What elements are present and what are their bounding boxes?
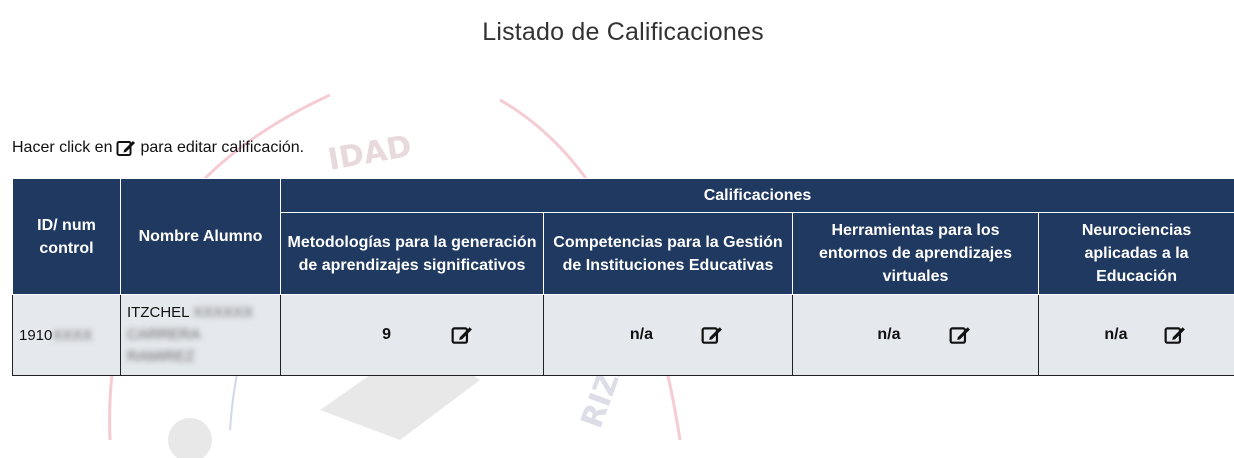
table-row: 1910XXXX ITZCHEL XXXXXX CARRERA RAMIREZ …: [12, 294, 1234, 376]
header-subject-3: Herramientas para los entornos de aprend…: [792, 212, 1039, 295]
header-calificaciones: Calificaciones: [279, 178, 1234, 213]
header-subject-1: Metodologías para la generación de apren…: [280, 212, 544, 295]
header-name: Nombre Alumno: [120, 178, 281, 295]
student-id: 1910: [19, 326, 53, 344]
grade-cell-4: n/a: [1037, 294, 1234, 376]
student-id-redacted: XXXX: [52, 326, 93, 344]
header-subject-4: Neurociencias aplicadas a la Educación: [1037, 212, 1234, 295]
edit-icon[interactable]: [949, 325, 971, 345]
header-id: ID/ num control: [12, 178, 121, 295]
hint-text-before: Hacer click en: [12, 139, 113, 156]
svg-text:IDAD: IDAD: [325, 129, 414, 178]
grade-value: n/a: [877, 326, 901, 343]
student-name: ITZCHEL: [127, 304, 189, 321]
student-name-cell: ITZCHEL XXXXXX CARRERA RAMIREZ: [120, 294, 281, 376]
grade-cell-1: 9: [280, 294, 544, 376]
header-subject-2: Competencias para la Gestión de Instituc…: [543, 212, 793, 295]
grade-value: n/a: [1104, 326, 1128, 343]
edit-icon[interactable]: [701, 325, 723, 345]
edit-hint: Hacer click en para editar calificación.: [12, 139, 304, 157]
hint-text-after: para editar calificación.: [140, 139, 305, 156]
edit-icon: [116, 141, 136, 156]
grades-table: ID/ num control Nombre Alumno Calificaci…: [12, 178, 1234, 376]
edit-icon[interactable]: [1164, 325, 1186, 345]
grade-value: n/a: [629, 326, 653, 343]
edit-icon[interactable]: [451, 325, 473, 345]
page-title: Listado de Calificaciones: [482, 18, 764, 46]
student-surname-1: CARRERA: [127, 326, 201, 343]
grade-value: 9: [382, 326, 391, 343]
grade-cell-3: n/a: [792, 294, 1039, 376]
student-name-redacted: XXXXXX: [193, 304, 254, 321]
student-surname-2: RAMIREZ: [127, 348, 195, 365]
student-id-cell: 1910XXXX: [12, 294, 121, 376]
grade-cell-2: n/a: [543, 294, 793, 376]
